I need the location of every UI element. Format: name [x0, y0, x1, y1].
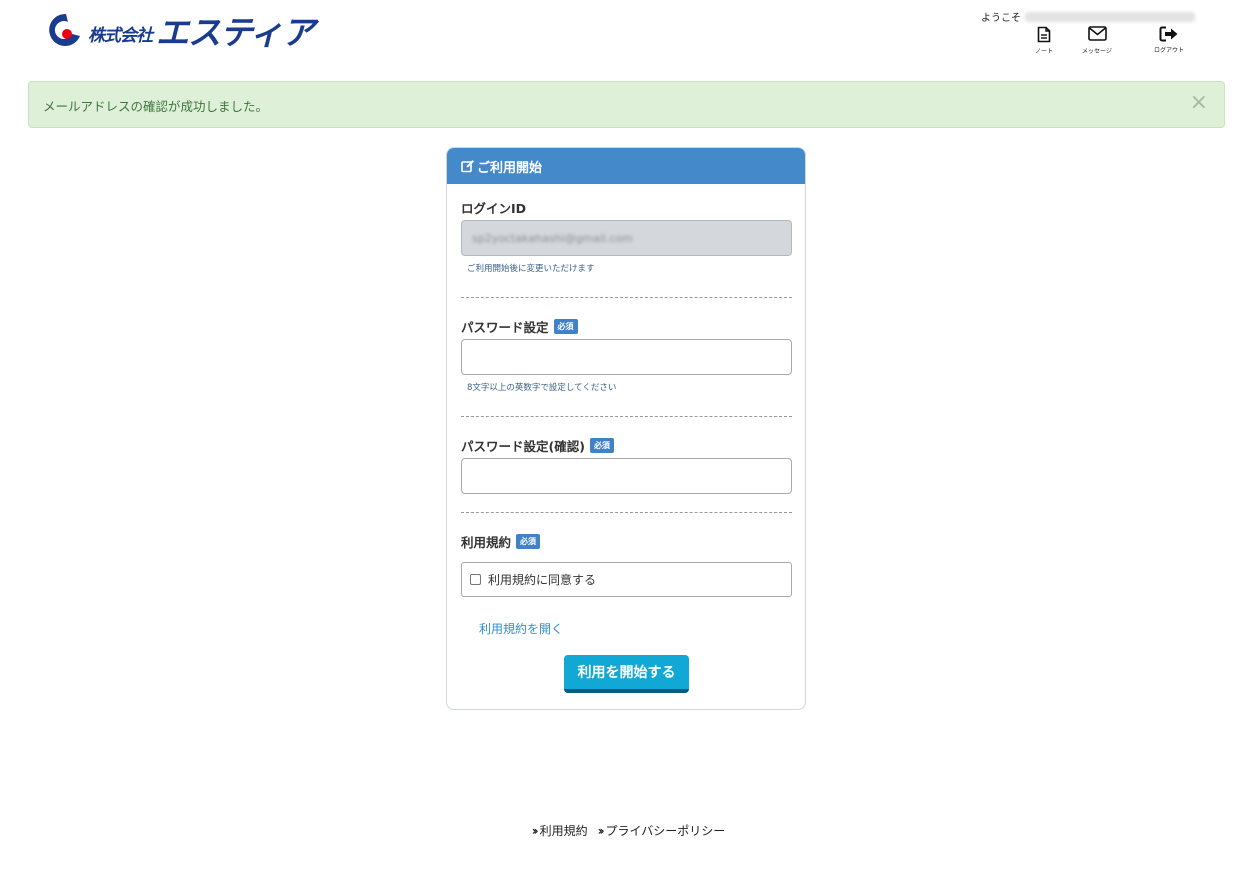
terms-label: 利用規約 必須 — [461, 532, 541, 551]
close-icon[interactable]: × — [1190, 92, 1208, 114]
company-logo[interactable]: 株式会社 エスティア — [42, 10, 315, 51]
card-title: ご利用開始 — [477, 160, 543, 176]
terms-agree-label[interactable]: 利用規約に同意する — [488, 571, 596, 588]
footer-link-privacy[interactable]: ›› プライバシーポリシー — [598, 822, 726, 839]
welcome-message: ようこそ — [981, 9, 1195, 24]
footer-link-terms[interactable]: ›› 利用規約 — [532, 822, 588, 839]
required-badge: 必須 — [516, 534, 541, 549]
footer-link-privacy-label: プライバシーポリシー — [605, 824, 726, 838]
note-button[interactable]: ノート — [1014, 26, 1074, 55]
edit-icon — [461, 160, 474, 173]
password-confirm-label: パスワード設定(確認) 必須 — [461, 436, 614, 455]
success-alert: メールアドレスの確認が成功しました。 × — [28, 81, 1225, 128]
message-button[interactable]: メッセージ — [1067, 26, 1127, 55]
required-badge: 必須 — [589, 438, 614, 453]
footer-link-terms-label: 利用規約 — [539, 824, 588, 838]
message-label: メッセージ — [1082, 48, 1112, 55]
login-id-hint: ご利用開始後に変更いただけます — [467, 264, 595, 274]
double-chevron-right-icon: ›› — [597, 823, 605, 838]
envelope-icon — [1087, 26, 1107, 41]
login-id-label: ログインID — [461, 198, 526, 217]
start-usage-card: ご利用開始 ログインID sp2yoctakahashi@gmail.com ご… — [446, 147, 806, 710]
terms-label-text: 利用規約 — [461, 535, 512, 550]
required-badge: 必須 — [553, 319, 578, 334]
logo-mark-icon — [42, 10, 84, 50]
logout-button[interactable]: ログアウト — [1139, 26, 1199, 54]
password-label: パスワード設定 必須 — [461, 317, 578, 336]
logo-name-text: エスティア — [156, 14, 315, 51]
logout-label: ログアウト — [1153, 47, 1184, 54]
double-chevron-right-icon: ›› — [531, 823, 539, 838]
note-label: ノート — [1034, 48, 1053, 55]
password-confirm-input[interactable] — [461, 458, 792, 494]
card-header: ご利用開始 — [447, 148, 805, 184]
welcome-label: ようこそ — [981, 13, 1021, 24]
login-id-value: sp2yoctakahashi@gmail.com — [472, 231, 633, 245]
alert-message: メールアドレスの確認が成功しました。 — [43, 99, 269, 114]
logo-company-text: 株式会社 — [88, 25, 153, 45]
divider — [461, 297, 792, 298]
password-confirm-label-text: パスワード設定(確認) — [461, 439, 585, 454]
start-usage-button[interactable]: 利用を開始する — [564, 655, 689, 693]
terms-agree-box[interactable]: 利用規約に同意する — [461, 562, 792, 597]
divider — [461, 416, 792, 417]
password-hint: 8文字以上の英数字で設定してください — [467, 383, 617, 393]
open-terms-link[interactable]: 利用規約を開く — [479, 620, 563, 637]
document-icon — [1037, 26, 1051, 43]
terms-agree-checkbox[interactable] — [470, 574, 481, 585]
footer: ›› 利用規約 ›› プライバシーポリシー — [0, 822, 1257, 839]
user-name-redacted — [1025, 11, 1195, 22]
password-label-text: パスワード設定 — [461, 320, 549, 335]
divider — [461, 512, 792, 513]
header: 株式会社 エスティア ようこそ ノート メッセージ ログアウト — [0, 0, 1257, 68]
sign-out-icon — [1159, 26, 1178, 42]
login-id-label-text: ログインID — [461, 201, 527, 216]
password-input[interactable] — [461, 339, 792, 375]
login-id-field[interactable]: sp2yoctakahashi@gmail.com — [461, 220, 792, 256]
